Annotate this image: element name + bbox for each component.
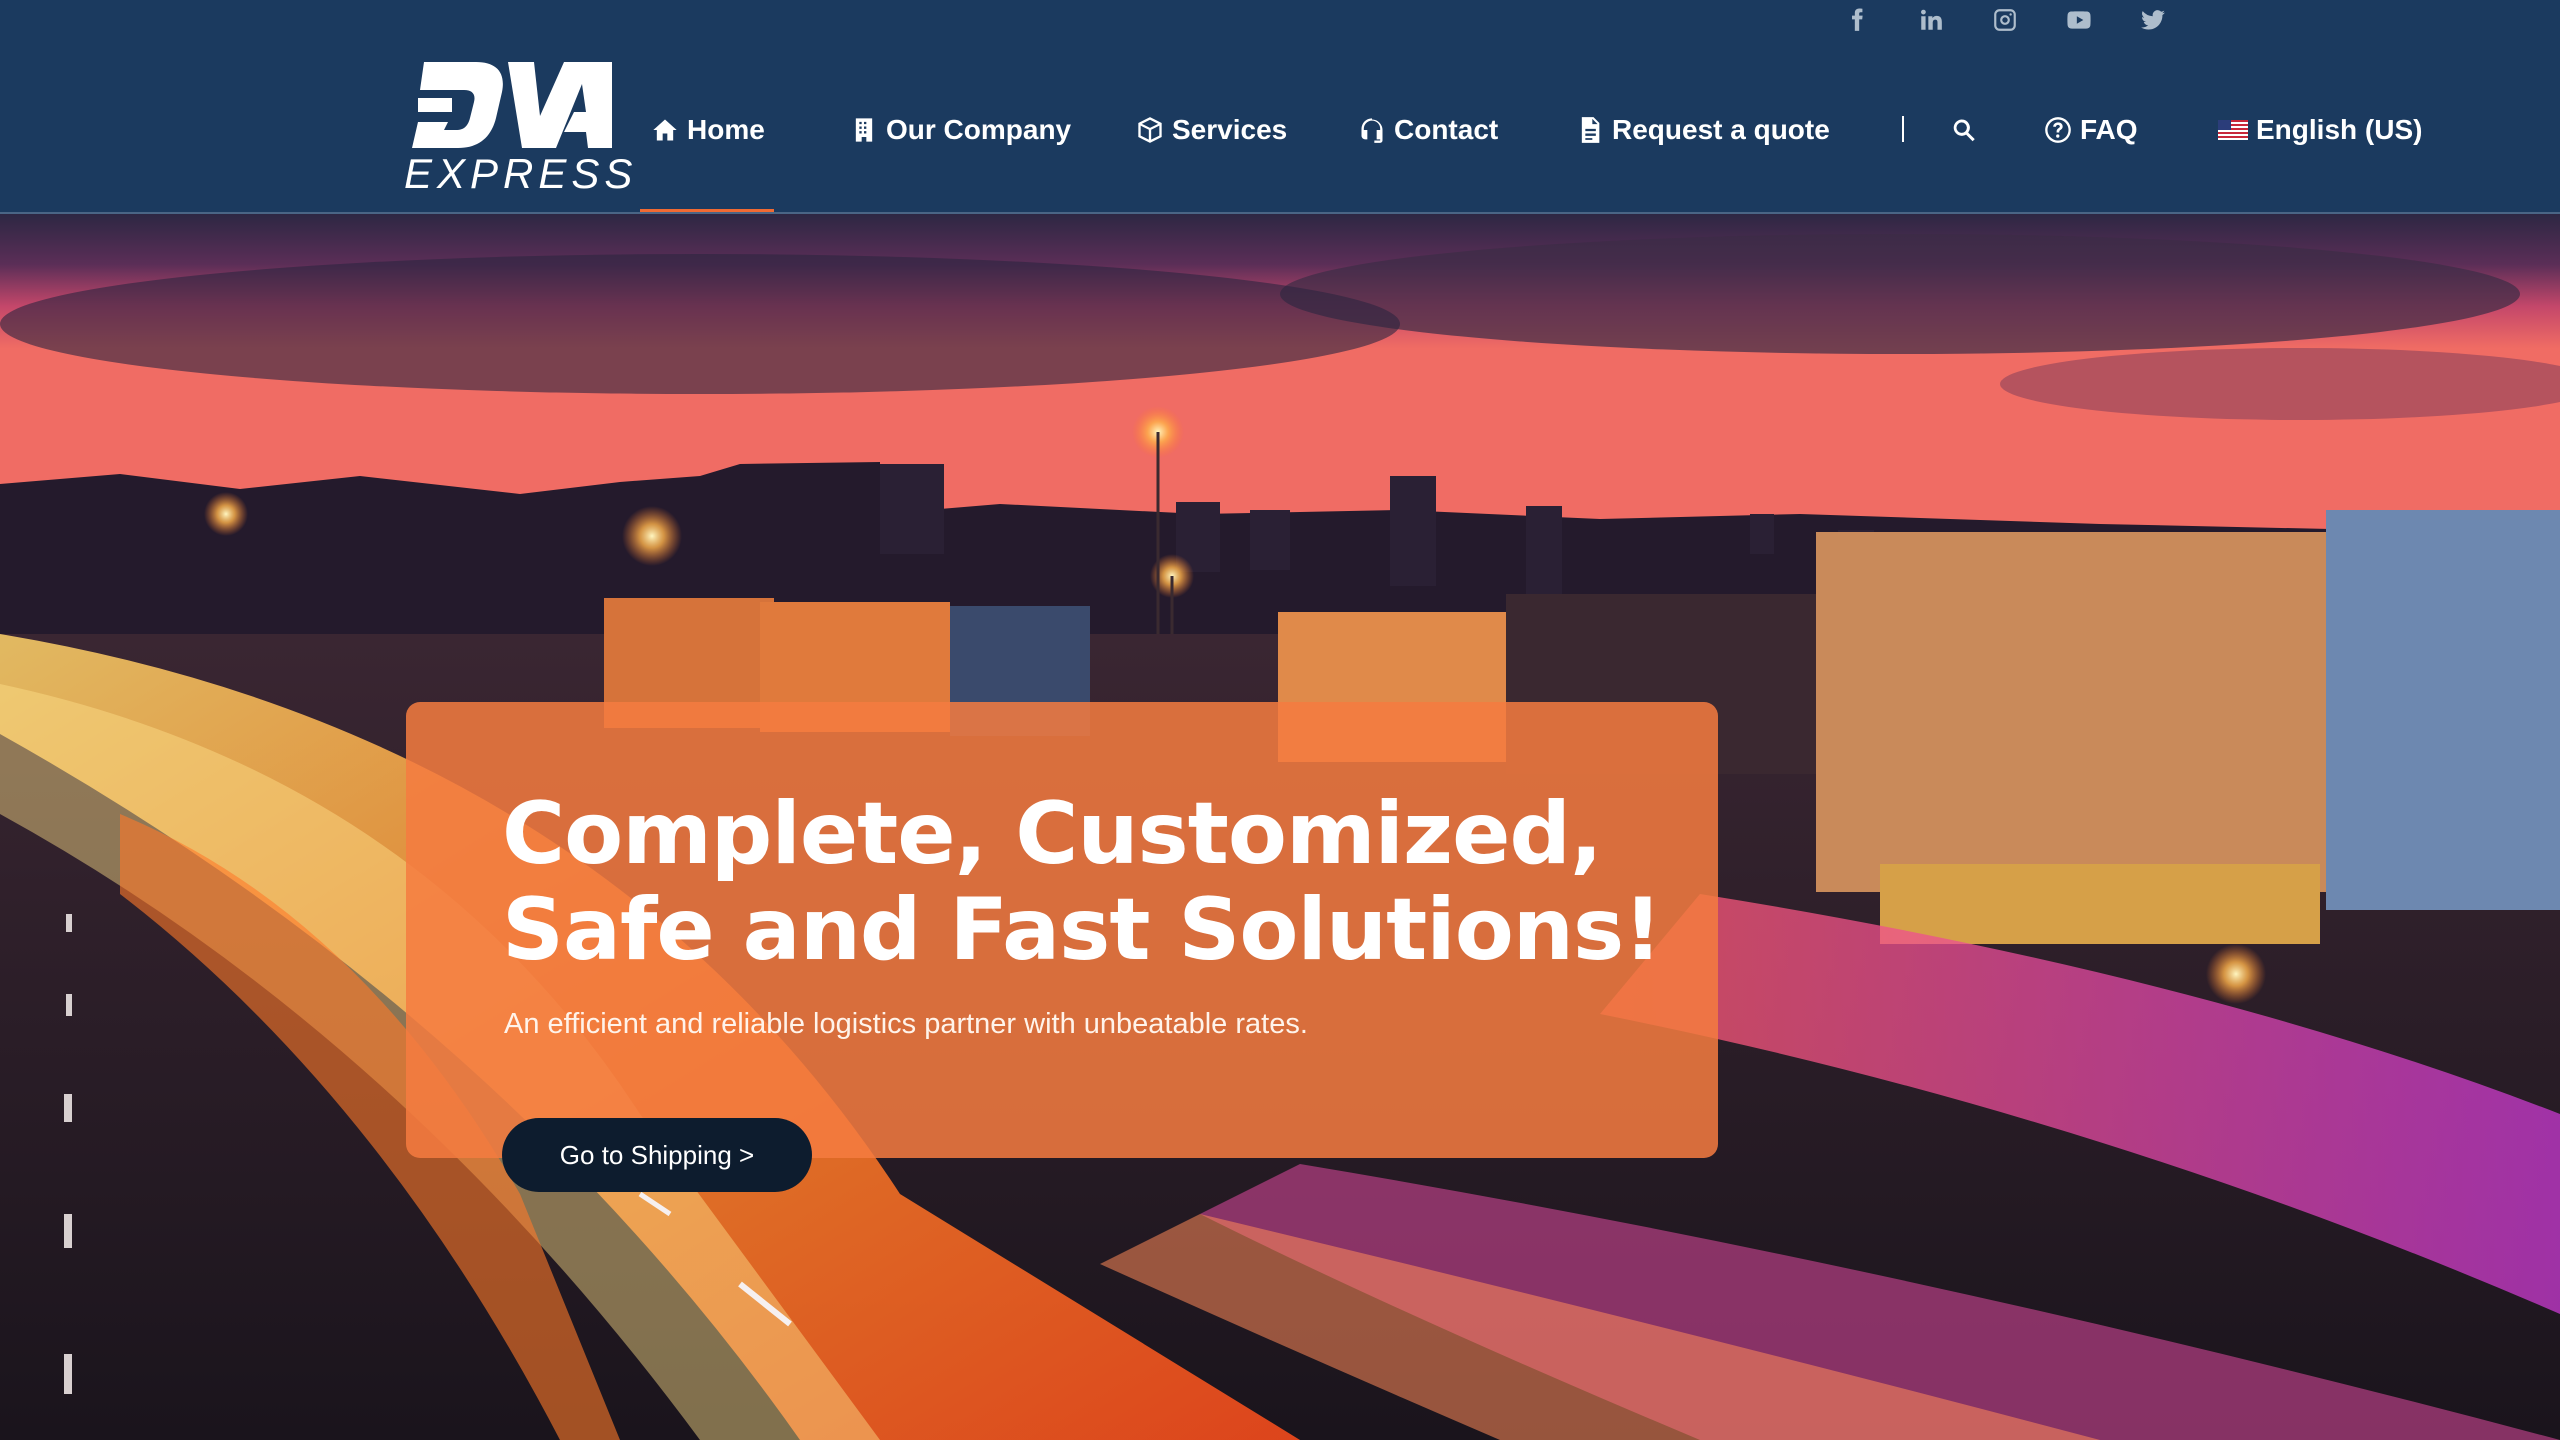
logo[interactable]: EXPRESS — [404, 62, 632, 198]
nav-item-label: Our Company — [886, 114, 1072, 145]
facebook-icon[interactable] — [1820, 0, 1894, 40]
nav-item-label: Contact — [1394, 114, 1499, 145]
logo-mark-icon — [412, 62, 612, 148]
language-selector[interactable]: English (US) — [2218, 100, 2422, 160]
document-icon — [1581, 117, 1600, 143]
hero-section: Complete, Customized, Safe and Fast Solu… — [0, 214, 2560, 1440]
home-icon — [653, 119, 677, 141]
instagram-icon[interactable] — [1968, 0, 2042, 40]
nav-divider — [1902, 116, 1904, 142]
social-links — [1820, 0, 2190, 40]
nav-item-label: Home — [687, 114, 765, 145]
nav-item-label: Services — [1172, 114, 1288, 145]
hero-subtitle: An efficient and reliable logistics part… — [504, 1008, 1308, 1040]
logo-subtitle: EXPRESS — [404, 150, 638, 197]
question-circle-icon — [2045, 117, 2071, 143]
box-icon — [1138, 117, 1162, 143]
site-header: EXPRESS Home Our Company Services Contac… — [0, 0, 2560, 214]
nav-item-contact[interactable]: Contact — [1358, 100, 1498, 160]
us-flag-icon — [2218, 120, 2248, 140]
twitter-icon[interactable] — [2116, 0, 2190, 40]
youtube-icon[interactable] — [2042, 0, 2116, 40]
nav-item-our-company[interactable]: Our Company — [850, 100, 1071, 160]
nav-item-label: FAQ — [2080, 114, 2138, 145]
search-button[interactable] — [1950, 100, 1978, 160]
nav-item-faq[interactable]: FAQ — [2044, 100, 2138, 160]
building-icon — [855, 118, 873, 142]
language-label: English (US) — [2256, 114, 2423, 145]
search-icon — [1953, 119, 1975, 142]
nav-item-services[interactable]: Services — [1136, 100, 1287, 160]
nav-item-home[interactable]: Home — [651, 100, 765, 160]
hero-card: Complete, Customized, Safe and Fast Solu… — [406, 702, 1718, 1158]
nav-item-request-quote[interactable]: Request a quote — [1576, 100, 1830, 160]
headset-icon — [1361, 118, 1383, 143]
linkedin-icon[interactable] — [1894, 0, 1968, 40]
go-to-shipping-button[interactable]: Go to Shipping > — [502, 1118, 812, 1192]
main-nav: Home Our Company Services Contact Reques… — [640, 100, 2422, 160]
hero-title: Complete, Customized, Safe and Fast Solu… — [502, 784, 1662, 980]
nav-item-label: Request a quote — [1612, 114, 1830, 145]
